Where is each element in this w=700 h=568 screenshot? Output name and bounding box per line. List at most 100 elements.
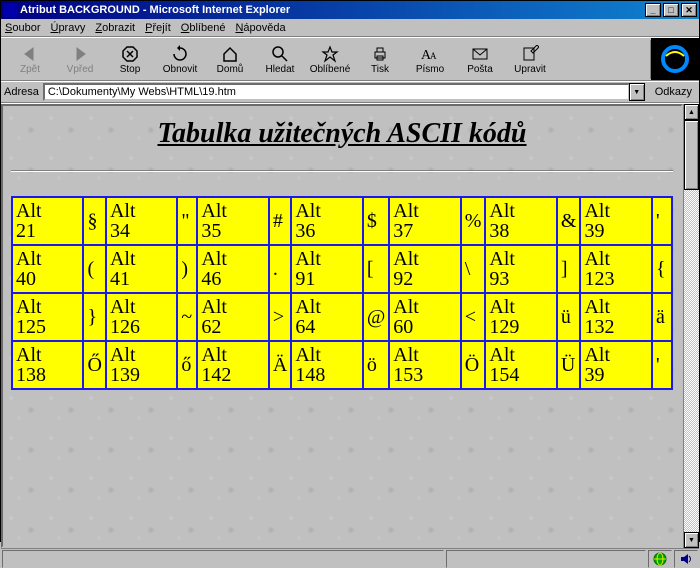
table-row: Alt125}Alt126~Alt62>Alt64@Alt60<Alt129üA… [13, 294, 671, 340]
char-cell: # [270, 198, 290, 244]
char-cell: ) [178, 246, 196, 292]
search-icon [269, 44, 291, 64]
menu-upravy[interactable]: Úpravy [50, 22, 85, 34]
code-cell: Alt36 [292, 198, 361, 244]
char-cell: " [178, 198, 196, 244]
search-button[interactable]: Hledat [255, 42, 305, 77]
back-button[interactable]: Zpět [5, 42, 55, 77]
refresh-button[interactable]: Obnovit [155, 42, 205, 77]
font-icon: AA [419, 44, 441, 64]
char-cell: ' [653, 342, 671, 388]
ie-logo-icon [651, 38, 699, 80]
table-row: Alt21§Alt34"Alt35#Alt36$Alt37%Alt38&Alt3… [13, 198, 671, 244]
maximize-button[interactable]: □ [663, 3, 679, 17]
code-cell: Alt142 [198, 342, 267, 388]
mail-button[interactable]: Pošta [455, 42, 505, 77]
char-cell: \ [462, 246, 485, 292]
minimize-button[interactable]: _ [645, 3, 661, 17]
char-cell: ü [558, 294, 580, 340]
char-cell: Ö [462, 342, 485, 388]
table-row: Alt40(Alt41)Alt46.Alt91[Alt92\Alt93]Alt1… [13, 246, 671, 292]
ascii-table: Alt21§Alt34"Alt35#Alt36$Alt37%Alt38&Alt3… [11, 196, 673, 390]
favorites-label: Oblíbené [310, 64, 351, 75]
address-value: C:\Dokumenty\My Webs\HTML\19.htm [48, 86, 236, 98]
menu-soubor[interactable]: Soubor [5, 22, 40, 34]
back-label: Zpět [20, 64, 40, 75]
page-title: Tabulka užitečných ASCII kódů [11, 118, 673, 150]
stop-button[interactable]: Stop [105, 42, 155, 77]
char-cell: . [270, 246, 290, 292]
char-cell: ~ [178, 294, 196, 340]
code-cell: Alt60 [390, 294, 459, 340]
menu-napoveda[interactable]: Nápověda [235, 22, 285, 34]
forward-button[interactable]: Vpřed [55, 42, 105, 77]
fonts-button[interactable]: AA Písmo [405, 42, 455, 77]
forward-arrow-icon [69, 44, 91, 64]
stop-icon [119, 44, 141, 64]
back-arrow-icon [19, 44, 41, 64]
edit-icon [519, 44, 541, 64]
window-title: Atribut BACKGROUND - Microsoft Internet … [20, 4, 645, 16]
code-cell: Alt148 [292, 342, 361, 388]
svg-text:A: A [430, 51, 437, 61]
print-label: Tisk [371, 64, 389, 75]
status-progress-pane [446, 550, 646, 568]
char-cell: < [462, 294, 485, 340]
char-cell: Ä [270, 342, 290, 388]
char-cell: § [84, 198, 104, 244]
print-button[interactable]: Tisk [355, 42, 405, 77]
menu-prejit[interactable]: Přejít [145, 22, 171, 34]
code-cell: Alt46 [198, 246, 267, 292]
code-cell: Alt125 [13, 294, 82, 340]
code-cell: Alt40 [13, 246, 82, 292]
favorites-button[interactable]: Oblíbené [305, 42, 355, 77]
char-cell: ] [558, 246, 580, 292]
home-icon [219, 44, 241, 64]
char-cell: ö [364, 342, 388, 388]
address-dropdown-button[interactable]: ▼ [629, 83, 645, 101]
char-cell: & [558, 198, 580, 244]
edit-button[interactable]: Upravit [505, 42, 555, 77]
address-label: Adresa [4, 86, 39, 98]
code-cell: Alt92 [390, 246, 459, 292]
status-text-pane [2, 550, 444, 568]
menu-zobrazit[interactable]: Zobrazit [95, 22, 135, 34]
close-button[interactable]: ✕ [681, 3, 697, 17]
code-cell: Alt132 [581, 294, 651, 340]
menu-oblibene[interactable]: Oblíbené [181, 22, 226, 34]
scroll-track[interactable] [684, 120, 699, 532]
code-cell: Alt93 [486, 246, 555, 292]
code-cell: Alt39 [581, 198, 651, 244]
fonts-label: Písmo [416, 64, 444, 75]
titlebar: Atribut BACKGROUND - Microsoft Internet … [1, 1, 699, 19]
code-cell: Alt123 [581, 246, 651, 292]
separator [11, 170, 673, 172]
status-sound-icon [674, 550, 698, 568]
page-viewport[interactable]: Tabulka užitečných ASCII kódů Alt21§Alt3… [1, 104, 683, 548]
code-cell: Alt21 [13, 198, 82, 244]
home-button[interactable]: Domů [205, 42, 255, 77]
mail-label: Pošta [467, 64, 493, 75]
scroll-thumb[interactable] [684, 120, 699, 190]
address-input[interactable]: C:\Dokumenty\My Webs\HTML\19.htm [43, 83, 630, 101]
code-cell: Alt38 [486, 198, 555, 244]
content-frame: Tabulka užitečných ASCII kódů Alt21§Alt3… [1, 103, 699, 548]
print-icon [369, 44, 391, 64]
char-cell: } [84, 294, 104, 340]
menubar: Soubor Úpravy Zobrazit Přejít Oblíbené N… [1, 19, 699, 37]
status-zone-icon [648, 550, 672, 568]
code-cell: Alt62 [198, 294, 267, 340]
char-cell: ' [653, 198, 671, 244]
code-cell: Alt41 [107, 246, 176, 292]
code-cell: Alt39 [581, 342, 651, 388]
code-cell: Alt91 [292, 246, 361, 292]
links-label[interactable]: Odkazy [651, 86, 696, 98]
char-cell: > [270, 294, 290, 340]
code-cell: Alt34 [107, 198, 176, 244]
vertical-scrollbar[interactable]: ▲ ▼ [683, 104, 699, 548]
scroll-up-button[interactable]: ▲ [684, 104, 699, 120]
home-label: Domů [217, 64, 244, 75]
star-icon [319, 44, 341, 64]
scroll-down-button[interactable]: ▼ [684, 532, 699, 548]
address-bar: Adresa C:\Dokumenty\My Webs\HTML\19.htm … [1, 81, 699, 103]
